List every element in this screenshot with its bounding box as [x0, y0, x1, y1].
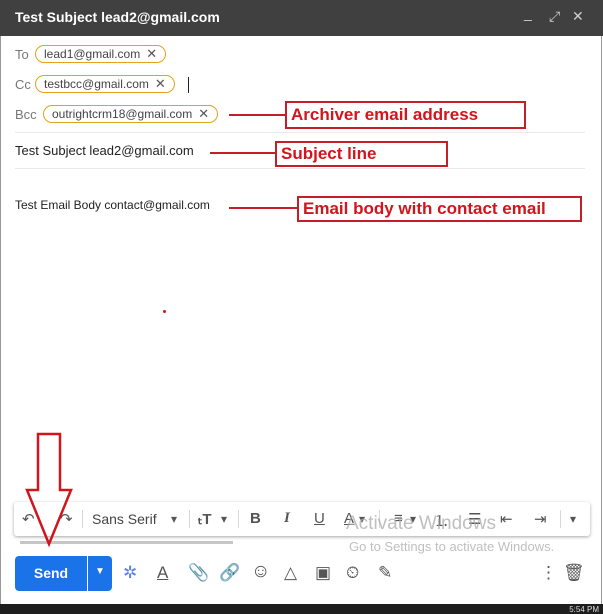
recipient-chip-email: lead1@gmail.com: [44, 47, 141, 61]
recipients-divider: [15, 132, 585, 133]
font-size-dropdown-icon[interactable]: ▾: [221, 512, 227, 526]
toolbar-separator: [189, 510, 190, 528]
annotation-archiver: Archiver email address: [285, 101, 526, 129]
annotation-arrow-send: [25, 432, 73, 548]
underline-icon[interactable]: U: [314, 510, 325, 527]
emoji-icon[interactable]: ☺: [251, 561, 270, 583]
toolbar-separator: [82, 510, 83, 528]
taskbar-clock: 5:54 PM: [569, 605, 599, 614]
red-dot-mark: [163, 310, 166, 313]
to-label: To: [15, 47, 29, 62]
remove-recipient-icon[interactable]: ✕: [146, 46, 157, 61]
annotation-subject: Subject line: [275, 141, 448, 167]
send-options-button[interactable]: ▼: [88, 556, 112, 591]
annotation-pointer-archiver: [229, 114, 286, 116]
signature-icon[interactable]: ✎: [378, 563, 392, 583]
toolbar-separator: [238, 510, 239, 528]
close-icon[interactable]: ✕: [572, 8, 584, 25]
insert-link-icon[interactable]: 🔗: [219, 563, 240, 583]
subject-divider: [15, 168, 585, 169]
message-body[interactable]: Test Email Body contact@gmail.com: [15, 198, 210, 212]
italic-icon[interactable]: I: [284, 510, 290, 527]
indent-more-icon[interactable]: ⇥: [534, 510, 547, 528]
recipient-chip-email: testbcc@gmail.com: [44, 77, 149, 91]
annotation-email-body: Email body with contact email: [297, 196, 582, 222]
recipient-chip-bcc[interactable]: outrightcrm18@gmail.com ✕: [43, 105, 219, 123]
compose-title-bar: Test Subject lead2@gmail.com _ ⤢ ✕: [0, 0, 603, 36]
font-dropdown-icon[interactable]: ▾: [171, 512, 177, 526]
window-border-left: [0, 36, 1, 606]
compose-title: Test Subject lead2@gmail.com: [15, 9, 220, 25]
toolbar-separator: [560, 510, 561, 528]
expand-icon[interactable]: ⤢: [549, 8, 560, 25]
insert-photo-icon[interactable]: ▣: [315, 563, 331, 583]
activation-watermark-subtitle: Go to Settings to activate Windows.: [349, 539, 555, 554]
annotation-pointer-body: [229, 207, 298, 209]
font-size-icon[interactable]: ₜT: [198, 510, 212, 528]
bold-icon[interactable]: B: [250, 510, 261, 527]
minimize-icon[interactable]: _: [524, 5, 532, 21]
remove-recipient-icon[interactable]: ✕: [198, 106, 209, 121]
formatting-options-icon[interactable]: A: [157, 563, 168, 583]
formatting-toolbar: ↶ ↷ Sans Serif ▾ ₜT ▾ B I U A ▾ ≡ ▾ ⒈ ☰ …: [14, 502, 590, 536]
drive-icon[interactable]: △: [284, 563, 297, 583]
recipient-chip-to[interactable]: lead1@gmail.com ✕: [35, 45, 167, 63]
discard-draft-icon[interactable]: 🗑: [563, 563, 585, 583]
activation-watermark-title: Activate Windows: [346, 513, 496, 534]
confidential-mode-icon[interactable]: ⏲: [346, 563, 359, 583]
send-button[interactable]: Send: [15, 556, 87, 591]
recipient-chip-email: outrightcrm18@gmail.com: [52, 107, 193, 121]
text-cursor: [188, 77, 189, 93]
subject-field[interactable]: Test Subject lead2@gmail.com: [15, 143, 194, 158]
remove-recipient-icon[interactable]: ✕: [155, 76, 166, 91]
attach-file-icon[interactable]: 📎: [188, 563, 209, 583]
more-options-icon[interactable]: ⋮: [540, 563, 557, 583]
annotation-pointer-subject: [210, 152, 276, 154]
cc-label: Cc: [15, 77, 31, 92]
chevron-down-icon: ▼: [95, 566, 105, 577]
recipient-chip-cc[interactable]: testbcc@gmail.com ✕: [35, 75, 175, 93]
font-family-select[interactable]: Sans Serif: [92, 511, 157, 527]
window-border-right: [601, 36, 602, 606]
bcc-label: Bcc: [15, 107, 37, 122]
indent-less-icon[interactable]: ⇤: [500, 510, 513, 528]
more-formatting-icon[interactable]: ▾: [570, 512, 576, 526]
sparkle-icon[interactable]: ✲: [123, 563, 137, 583]
taskbar: 5:54 PM: [0, 604, 603, 614]
